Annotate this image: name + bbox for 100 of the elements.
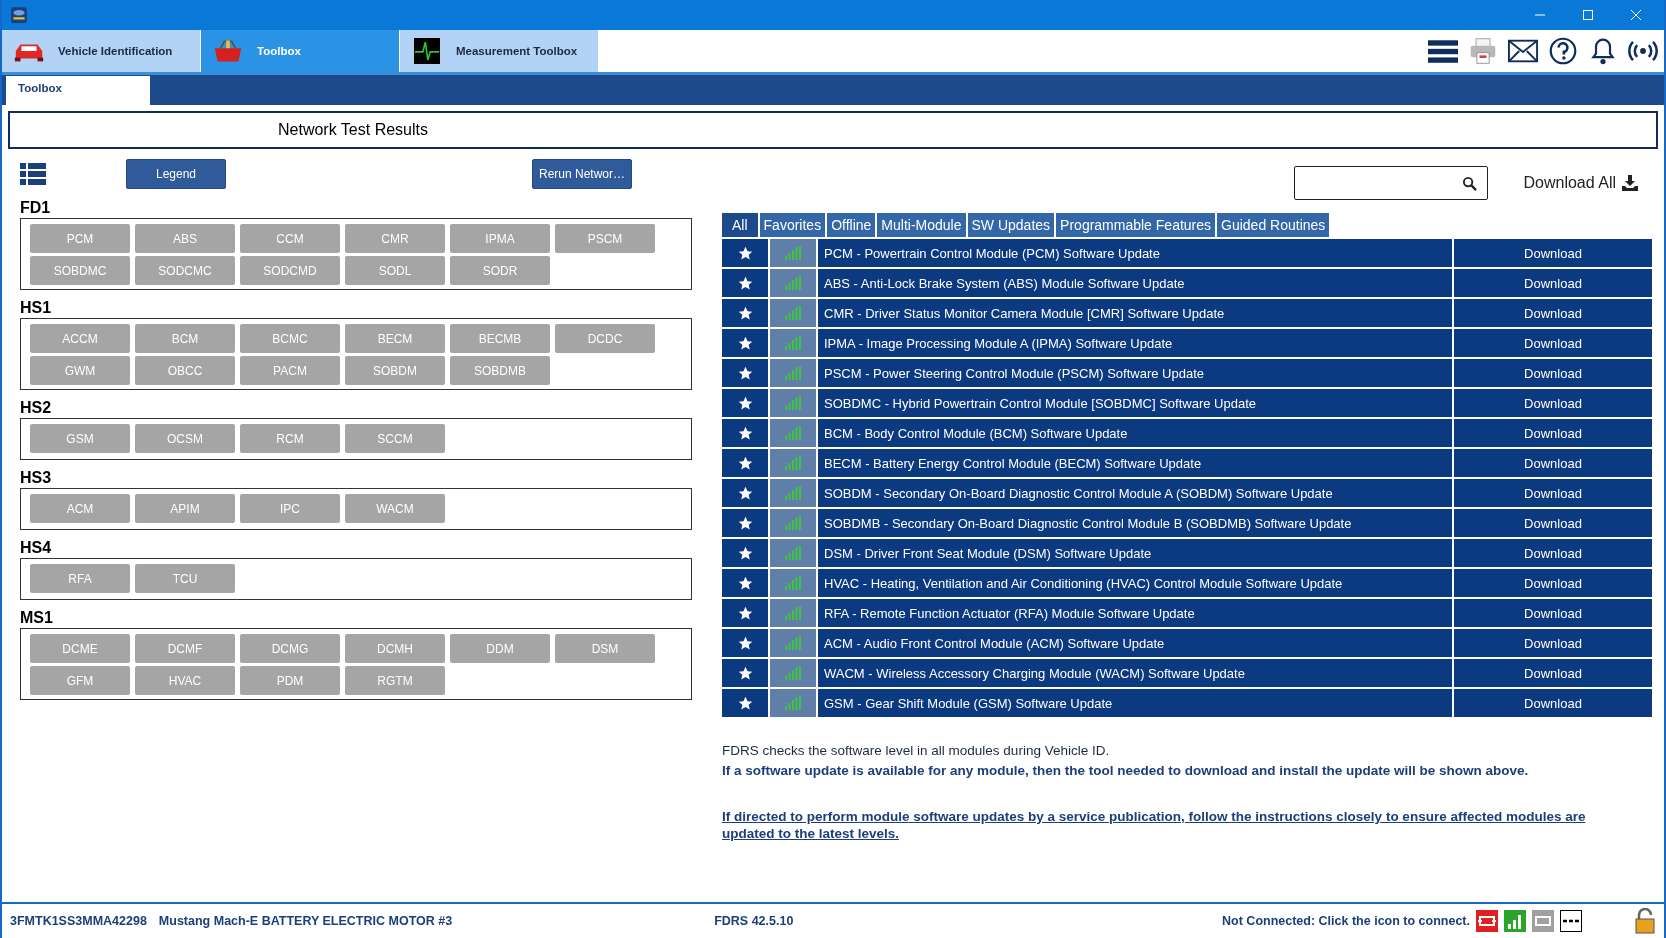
update-name-cell[interactable]: DSM - Driver Front Seat Module (DSM) Software Update (818, 539, 1452, 567)
update-name-cell[interactable]: IPMA - Image Processing Module A (IPMA) Software Update (818, 329, 1452, 357)
download-button[interactable]: Download (1454, 269, 1652, 297)
dashes-icon[interactable] (1560, 910, 1582, 932)
signal-bars-icon (785, 336, 801, 350)
filter-tab[interactable]: Programmable Features (1056, 213, 1216, 237)
download-button[interactable]: Download (1454, 449, 1652, 477)
favorite-cell[interactable] (722, 659, 768, 687)
favorite-cell[interactable] (722, 479, 768, 507)
star-icon (737, 305, 753, 321)
update-name-cell[interactable]: RFA - Remote Function Actuator (RFA) Module Software Update (818, 599, 1452, 627)
star-icon (737, 275, 753, 291)
update-name-cell[interactable]: WACM - Wireless Accessory Charging Module (WACM) Software Update (818, 659, 1452, 687)
legend-button[interactable]: Legend (126, 159, 226, 189)
network-label: HS1 (20, 299, 53, 315)
printer-icon[interactable] (1468, 37, 1498, 65)
update-name-cell[interactable]: GSM - Gear Shift Module (GSM) Software Update (818, 689, 1452, 717)
download-all-button[interactable]: Download All (1517, 173, 1644, 193)
signal-bars-icon (785, 426, 801, 440)
favorite-cell[interactable] (722, 389, 768, 417)
rerun-network-button[interactable]: Rerun Networ… (532, 159, 632, 189)
favorite-cell[interactable] (722, 599, 768, 627)
filter-tab[interactable]: Guided Routines (1217, 213, 1330, 237)
favorite-cell[interactable] (722, 539, 768, 567)
update-name-cell[interactable]: ABS - Anti-Lock Brake System (ABS) Module Software Update (818, 269, 1452, 297)
favorite-cell[interactable] (722, 239, 768, 267)
update-name-cell[interactable]: SOBDMC - Hybrid Powertrain Control Module [SOBDMC] Software Update (818, 389, 1452, 417)
app-tab[interactable]: Measurement Toolbox (400, 30, 599, 72)
favorite-cell[interactable] (722, 449, 768, 477)
toolbox-tab[interactable]: Toolbox (6, 76, 150, 105)
mail-icon[interactable] (1508, 37, 1538, 65)
app-tab[interactable]: Vehicle Identification (2, 30, 201, 72)
download-button[interactable]: Download (1454, 389, 1652, 417)
favorite-cell[interactable] (722, 689, 768, 717)
star-icon (737, 695, 753, 711)
download-button[interactable]: Download (1454, 539, 1652, 567)
adapter-icon[interactable] (1532, 910, 1554, 932)
app-tab[interactable]: Toolbox (201, 30, 400, 72)
signal-bars-icon (785, 396, 801, 410)
network-label: HS2 (20, 399, 53, 415)
download-button[interactable]: Download (1454, 329, 1652, 357)
network-label: MS1 (20, 609, 54, 625)
help-icon[interactable] (1548, 37, 1578, 65)
signal-bars-icon (785, 516, 801, 530)
menu-icon[interactable] (1428, 37, 1458, 65)
download-button[interactable]: Download (1454, 239, 1652, 267)
signal-bars-icon (785, 246, 801, 260)
favorite-cell[interactable] (722, 269, 768, 297)
download-button[interactable]: Download (1454, 569, 1652, 597)
download-icon (1622, 175, 1638, 191)
search-field[interactable] (1293, 166, 1488, 200)
download-button[interactable]: Download (1454, 659, 1652, 687)
favorite-cell[interactable] (722, 419, 768, 447)
star-icon (737, 335, 753, 351)
signal-bars-icon (785, 666, 801, 680)
update-name-cell[interactable]: BCM - Body Control Module (BCM) Software Update (818, 419, 1452, 447)
download-button[interactable]: Download (1454, 479, 1652, 507)
favorite-cell[interactable] (722, 509, 768, 537)
star-icon (737, 545, 753, 561)
update-name-cell[interactable]: PCM - Powertrain Control Module (PCM) Software Update (818, 239, 1452, 267)
version-text: FDRS 42.5.10 (714, 914, 794, 928)
download-button[interactable]: Download (1454, 299, 1652, 327)
update-name-cell[interactable]: SOBDMB - Secondary On-Board Diagnostic Control Module B (SOBDMB) Software Update (818, 509, 1452, 537)
instructions-link[interactable]: If directed to perform module software updates by a service publication, follow the instructions closely to ensure affected modules are updated to the latest levels. (722, 808, 1622, 842)
star-icon (737, 485, 753, 501)
star-icon (737, 665, 753, 681)
signal-bars-icon[interactable] (1504, 910, 1526, 932)
info-text: FDRS checks the software level in all modules during Vehicle ID. (722, 743, 1111, 758)
download-button[interactable]: Download (1454, 599, 1652, 627)
update-name-cell[interactable]: SOBDM - Secondary On-Board Diagnostic Control Module A (SOBDM) Software Update (818, 479, 1452, 507)
close-icon[interactable] (1630, 9, 1642, 21)
download-button[interactable]: Download (1454, 419, 1652, 447)
favorite-cell[interactable] (722, 299, 768, 327)
filter-tab[interactable]: Favorites (759, 213, 826, 237)
update-name-cell[interactable]: CMR - Driver Status Monitor Camera Module [CMR] Software Update (818, 299, 1452, 327)
download-button[interactable]: Download (1454, 629, 1652, 657)
signal-bars-icon (785, 276, 801, 290)
filter-tab[interactable]: Offline (827, 213, 876, 237)
filter-tab[interactable]: SW Updates (967, 213, 1055, 237)
connector-icon[interactable] (1476, 910, 1498, 932)
star-icon (737, 605, 753, 621)
update-name-cell[interactable]: HVAC - Heating, Ventilation and Air Conditioning (HVAC) Control Module Software Update (818, 569, 1452, 597)
update-name-cell[interactable]: PSCM - Power Steering Control Module (PSCM) Software Update (818, 359, 1452, 387)
lock-icon[interactable] (1634, 908, 1656, 934)
download-button[interactable]: Download (1454, 509, 1652, 537)
list-view-icon[interactable] (20, 163, 46, 185)
app-logo-icon (10, 6, 28, 24)
filter-tab[interactable]: Multi-Module (877, 213, 966, 237)
favorite-cell[interactable] (722, 629, 768, 657)
signal-bars-icon (785, 456, 801, 470)
download-button[interactable]: Download (1454, 689, 1652, 717)
maximize-icon[interactable] (1582, 9, 1594, 21)
favorite-cell[interactable] (722, 569, 768, 597)
star-icon (737, 395, 753, 411)
download-button[interactable]: Download (1454, 359, 1652, 387)
filter-tab[interactable]: All (722, 213, 758, 237)
update-name-cell[interactable]: ACM - Audio Front Control Module (ACM) Software Update (818, 629, 1452, 657)
favorite-cell[interactable] (722, 329, 768, 357)
update-name-cell[interactable]: BECM - Battery Energy Control Module (BECM) Software Update (818, 449, 1452, 477)
favorite-cell[interactable] (722, 359, 768, 387)
